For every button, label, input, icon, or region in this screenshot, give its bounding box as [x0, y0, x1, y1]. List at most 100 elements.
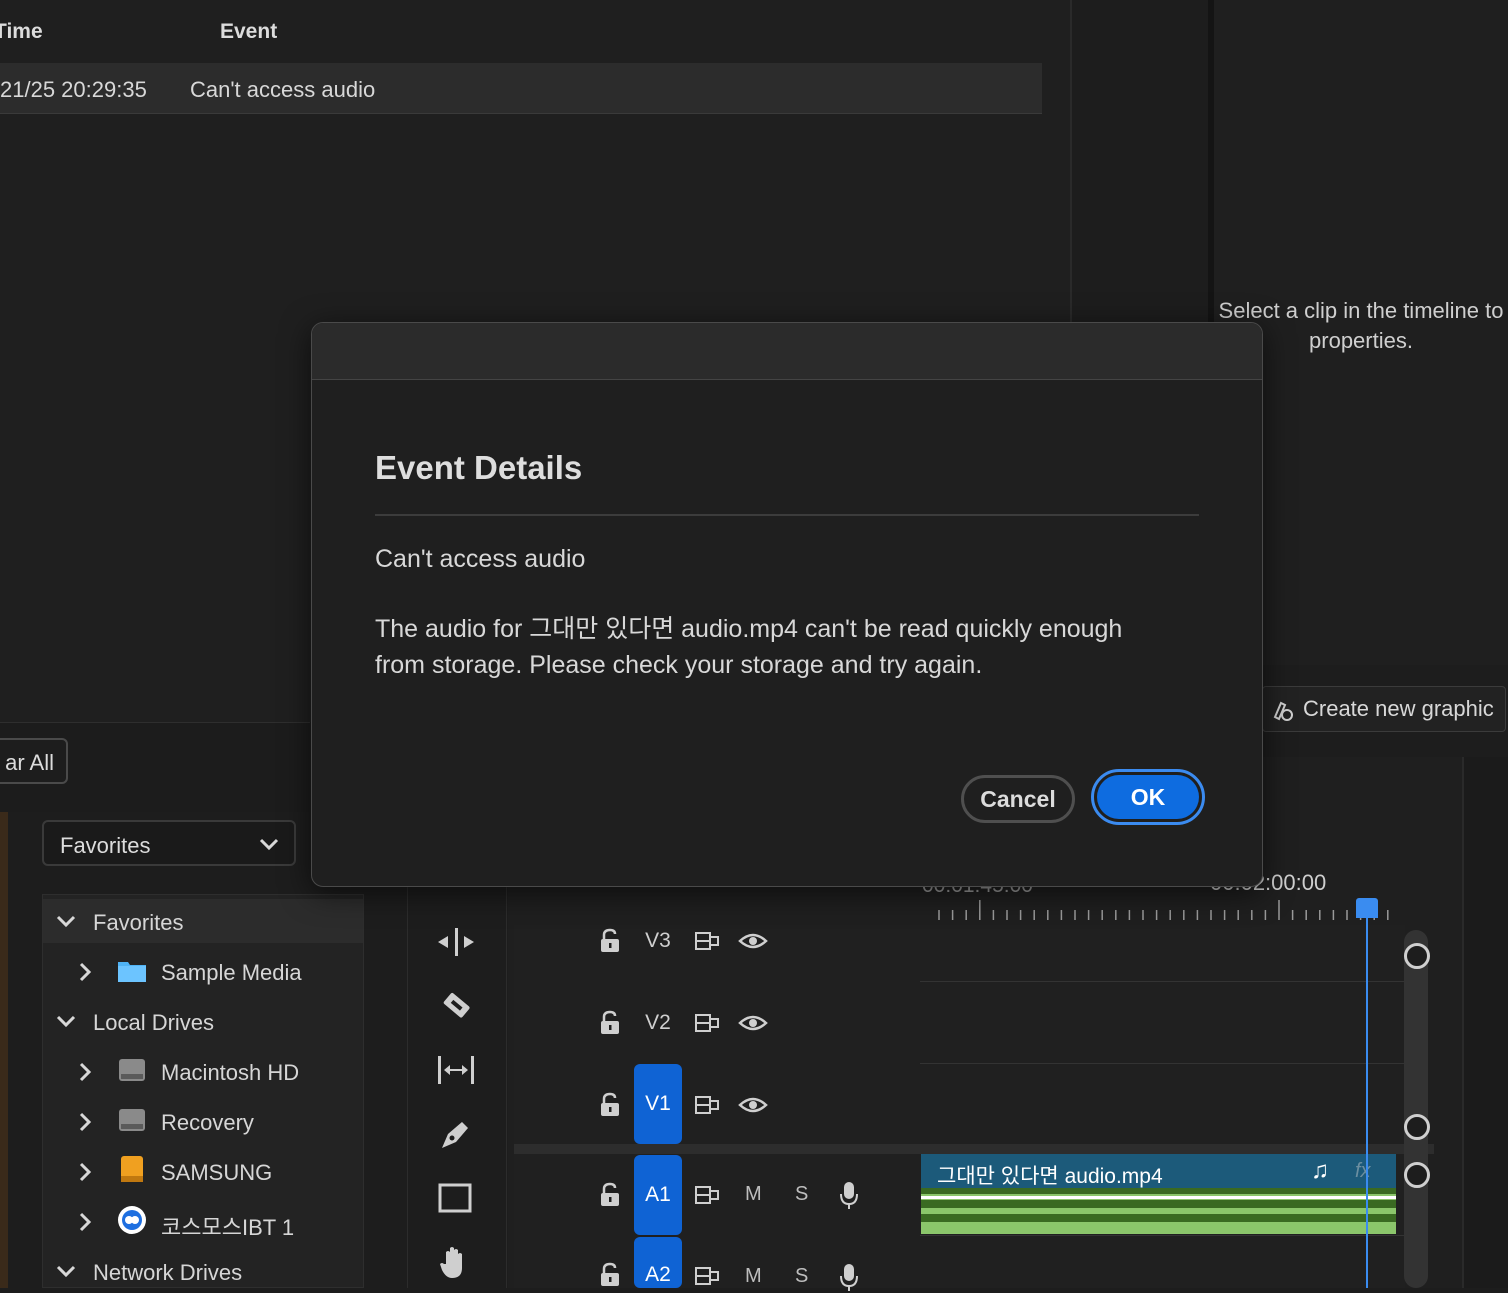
solo-track-button[interactable]: S [795, 1183, 808, 1206]
dialog-message-line: The audio for 그대만 있다면 audio.mp4 can't be… [375, 615, 1123, 643]
chevron-down-icon [259, 838, 279, 851]
sync-lock-icon[interactable] [694, 1265, 720, 1287]
fx-badge: fx [1355, 1160, 1371, 1182]
playhead-line[interactable] [1366, 910, 1368, 1288]
event-details-dialog: Event Details Can't access audio The aud… [311, 322, 1263, 887]
dialog-divider [375, 514, 1199, 516]
cancel-button[interactable]: Cancel [961, 775, 1075, 823]
tree-item-label: Macintosh HD [161, 1060, 300, 1085]
playhead-handle[interactable] [1356, 898, 1378, 918]
chevron-right-icon [79, 1212, 92, 1232]
folder-icon [118, 962, 146, 982]
chevron-right-icon [79, 1112, 92, 1132]
chevron-down-icon [56, 1265, 76, 1278]
timeline-ruler[interactable] [925, 896, 1405, 922]
tree-item-recovery[interactable]: Recovery [43, 1099, 363, 1143]
dialog-message: The audio for 그대만 있다면 audio.mp4 can't be… [375, 611, 1175, 683]
lock-icon[interactable] [598, 1010, 622, 1036]
thumbnail-strip [0, 812, 8, 1288]
chevron-right-icon [79, 1062, 92, 1082]
new-graphic-icon [1273, 701, 1293, 721]
microphone-icon[interactable] [838, 1180, 860, 1210]
event-row[interactable]: 21/25 20:29:35 Can't access audio [0, 63, 1042, 114]
dialog-heading: Event Details [375, 449, 583, 486]
tree-item-local-drives[interactable]: Local Drives [43, 999, 363, 1043]
sync-lock-icon[interactable] [694, 1184, 720, 1206]
ripple-edit-tool-icon[interactable] [436, 922, 476, 962]
chevron-down-icon [56, 915, 76, 928]
solo-track-button[interactable]: S [795, 1265, 808, 1288]
tree-item-sample-media[interactable]: Sample Media [43, 949, 363, 993]
hard-drive-icon [119, 1059, 145, 1081]
favorites-dropdown[interactable]: Favorites [42, 820, 296, 866]
track-lane-divider [920, 1063, 1405, 1064]
track-target-a2[interactable]: A2 [634, 1237, 682, 1288]
track-label-v3[interactable]: V3 [634, 929, 682, 955]
panel-divider[interactable] [1070, 0, 1072, 322]
track-target-v1[interactable]: V1 [634, 1064, 682, 1144]
zoom-handle-top[interactable] [1404, 943, 1430, 969]
razor-tool-icon[interactable] [436, 986, 476, 1026]
create-new-graphic-button[interactable]: Create new graphic [1262, 686, 1506, 732]
dialog-message-line: from storage. Please check your storage … [375, 651, 983, 679]
ok-button-label: OK [1097, 775, 1199, 819]
lock-icon[interactable] [598, 1262, 622, 1288]
audio-clip[interactable]: 그대만 있다면 audio.mp4 ♫ fx [921, 1154, 1396, 1234]
eye-icon[interactable] [738, 1095, 768, 1115]
lock-icon[interactable] [598, 928, 622, 954]
eye-icon[interactable] [738, 931, 768, 951]
slip-tool-icon[interactable] [436, 1050, 476, 1090]
track-target-a1[interactable]: A1 [634, 1155, 682, 1235]
track-lane-divider [920, 1235, 1405, 1236]
zoom-handle-bottom[interactable] [1404, 1114, 1430, 1140]
external-drive-icon [121, 1156, 143, 1182]
tree-item-favorites[interactable]: Favorites [43, 899, 363, 943]
column-header-time[interactable]: Time [0, 20, 43, 44]
sync-lock-icon[interactable] [694, 1094, 720, 1116]
video-audio-divider[interactable] [514, 1144, 1434, 1154]
hard-drive-icon [119, 1109, 145, 1131]
tree-item-label: SAMSUNG [161, 1160, 273, 1185]
event-message: Can't access audio [190, 77, 376, 102]
tree-item-network-drives[interactable]: Network Drives [43, 1249, 363, 1293]
column-header-event[interactable]: Event [220, 20, 277, 44]
tree-item-label: Favorites [93, 910, 184, 935]
ok-button[interactable]: OK [1091, 769, 1205, 825]
tree-item-label: Recovery [161, 1110, 254, 1135]
mute-track-button[interactable]: M [745, 1265, 762, 1288]
tree-item-macintosh-hd[interactable]: Macintosh HD [43, 1049, 363, 1093]
tree-item-network-volume[interactable]: 코스모스IBT 1 [43, 1199, 363, 1243]
event-time: 21/25 20:29:35 [0, 77, 147, 102]
track-label-v2[interactable]: V2 [634, 1011, 682, 1037]
media-tree: Favorites Sample Media Local Drives Maci… [42, 894, 364, 1288]
pen-tool-icon[interactable] [436, 1114, 476, 1154]
favorites-dropdown-value: Favorites [60, 833, 151, 858]
zoom-handle-audio[interactable] [1404, 1162, 1430, 1188]
tree-item-label: 코스모스IBT 1 [161, 1215, 295, 1240]
dialog-subject: Can't access audio [375, 545, 586, 573]
audio-clip-header: 그대만 있다면 audio.mp4 ♫ fx [921, 1154, 1396, 1188]
tree-item-samsung[interactable]: SAMSUNG [43, 1149, 363, 1193]
eye-icon[interactable] [738, 1013, 768, 1033]
rectangle-tool-icon[interactable] [436, 1178, 476, 1218]
tree-item-label: Network Drives [93, 1260, 243, 1285]
tree-item-label: Sample Media [161, 960, 302, 985]
sync-lock-icon[interactable] [694, 1012, 720, 1034]
clear-all-button[interactable]: ar All [0, 738, 68, 784]
track-lane-divider [920, 981, 1405, 982]
mute-track-button[interactable]: M [745, 1183, 762, 1206]
dialog-titlebar[interactable] [312, 323, 1262, 380]
network-volume-icon [118, 1206, 146, 1234]
timeline-vertical-scrollbar[interactable] [1404, 930, 1428, 1288]
audio-clip-name: 그대만 있다면 audio.mp4 [937, 1165, 1163, 1188]
audio-waveform [921, 1188, 1396, 1222]
chevron-down-icon [56, 1015, 76, 1028]
chevron-right-icon [79, 962, 92, 982]
chevron-right-icon [79, 1162, 92, 1182]
sync-lock-icon[interactable] [694, 930, 720, 952]
hand-tool-icon[interactable] [436, 1242, 476, 1282]
lock-icon[interactable] [598, 1182, 622, 1208]
lock-icon[interactable] [598, 1092, 622, 1118]
tree-item-label: Local Drives [93, 1010, 215, 1035]
create-new-graphic-label: Create new graphic [1303, 696, 1494, 721]
